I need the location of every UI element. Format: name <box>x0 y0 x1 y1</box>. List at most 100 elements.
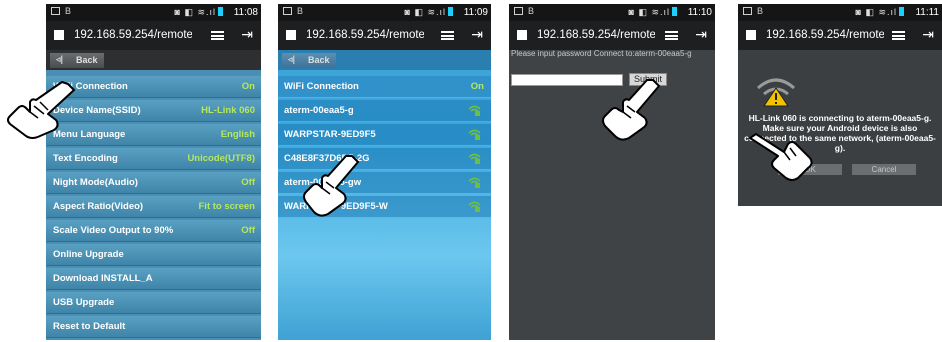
wifi-header-value: On <box>470 81 484 92</box>
wifi-lock-icon <box>468 177 481 188</box>
menu-icon[interactable] <box>211 31 224 40</box>
back-arrow-icon: ◃| <box>56 54 64 64</box>
signal-icons: ◙ ◧ ≋.ıl <box>629 7 679 18</box>
exit-icon[interactable]: ⇥ <box>471 26 483 43</box>
status-time: 11:08 <box>233 7 258 18</box>
menu-icon[interactable] <box>892 31 905 40</box>
pointing-hand-icon <box>7 81 75 139</box>
status-time: 11:10 <box>687 7 712 18</box>
menu-item-online-upgrade[interactable]: Online Upgrade <box>46 244 261 266</box>
status-bar: B ◙ ◧ ≋.ıl 11:09 <box>278 4 491 21</box>
menu-item-reset-default[interactable]: Reset to Default <box>46 316 261 338</box>
wifi-warning-icon <box>757 78 795 107</box>
menu-item-download-install[interactable]: Download INSTALL_A <box>46 268 261 290</box>
battery-icon <box>218 7 223 16</box>
browser-bar: 192.168.59.254/remote/s ⇥ <box>46 21 261 50</box>
menu-item-value: Off <box>241 225 255 236</box>
pointing-hand-icon <box>303 155 359 217</box>
signal-icons: ◙ ◧ ≋.ıl <box>856 7 906 18</box>
menu-item-text-encoding[interactable]: Text Encoding Unicode(UTF8) <box>46 148 261 170</box>
screenshot-icon <box>514 7 523 15</box>
phone-screen-wifi-list: B ◙ ◧ ≋.ıl 11:09 192.168.59.254/remote/s… <box>278 4 491 340</box>
menu-item-value: On <box>241 81 255 92</box>
wifi-lock-icon <box>468 201 481 212</box>
menu-item-night-mode[interactable]: Night Mode(Audio) Off <box>46 172 261 194</box>
back-label: Back <box>76 55 98 65</box>
tab-icon[interactable] <box>746 30 756 40</box>
back-button[interactable]: ◃| Back <box>50 53 104 68</box>
menu-item-value: Off <box>241 177 255 188</box>
menu-item-label: Text Encoding <box>53 153 118 164</box>
pointing-hand-icon <box>602 79 660 141</box>
menu-item-device-name[interactable]: Device Name(SSID) HL-Link 060 <box>46 100 261 122</box>
menu-item-wifi-connection[interactable]: WiFi Connection On <box>46 76 261 98</box>
battery-icon <box>899 7 904 16</box>
exit-icon[interactable]: ⇥ <box>922 26 934 43</box>
pointing-hand-icon <box>749 133 813 181</box>
phone-screen-password: B ◙ ◧ ≋.ıl 11:10 192.168.59.254/remote/\… <box>509 4 715 340</box>
settings-menu: WiFi Connection On Device Name(SSID) HL-Li… <box>46 76 261 340</box>
url-text[interactable]: 192.168.59.254/remote/s <box>74 29 192 41</box>
menu-item-value: HL-Link 060 <box>201 105 255 116</box>
screenshot-icon <box>283 7 292 15</box>
menu-item-label: Online Upgrade <box>53 249 124 260</box>
cancel-button[interactable]: Cancel <box>852 164 916 175</box>
wifi-lock-icon <box>468 105 481 116</box>
tab-icon[interactable] <box>286 30 296 40</box>
url-text[interactable]: 192.168.59.254/remote/\ <box>537 29 655 41</box>
exit-icon[interactable]: ⇥ <box>695 26 707 43</box>
phone-screen-settings: B ◙ ◧ ≋.ıl 11:08 192.168.59.254/remote/s… <box>46 4 261 340</box>
status-bar: B ◙ ◧ ≋.ıl 11:11 <box>738 4 942 21</box>
notification-icon: B <box>65 6 72 16</box>
status-bar: B ◙ ◧ ≋.ıl 11:10 <box>509 4 715 21</box>
signal-icons: ◙ ◧ ≋.ıl <box>175 7 225 18</box>
back-label: Back <box>308 55 330 65</box>
back-bar: ◃| Back <box>46 50 261 70</box>
wifi-header-row[interactable]: WiFi Connection On <box>278 76 491 98</box>
back-button[interactable]: ◃| Back <box>282 53 336 68</box>
browser-bar: 192.168.59.254/remote/\ ⇥ <box>738 21 942 50</box>
menu-icon[interactable] <box>441 31 454 40</box>
wifi-header-label: WiFi Connection <box>284 81 359 92</box>
tab-icon[interactable] <box>517 30 527 40</box>
url-text[interactable]: 192.168.59.254/remote/\ <box>766 29 884 41</box>
menu-item-label: Reset to Default <box>53 321 126 332</box>
back-bar: ◃| Back <box>278 50 491 70</box>
signal-icons: ◙ ◧ ≋.ıl <box>405 7 455 18</box>
status-time: 11:09 <box>463 7 488 18</box>
wifi-network-item[interactable]: aterm-00eaa5-g <box>278 100 491 122</box>
menu-item-menu-language[interactable]: Menu Language English <box>46 124 261 146</box>
menu-icon[interactable] <box>665 31 678 40</box>
menu-item-value: Unicode(UTF8) <box>187 153 255 164</box>
back-arrow-icon: ◃| <box>288 54 296 64</box>
screenshot-icon <box>743 7 752 15</box>
password-prompt: Please input password Connect to:aterm-0… <box>511 49 692 58</box>
menu-item-label: Night Mode(Audio) <box>53 177 138 188</box>
menu-item-value: English <box>220 129 255 140</box>
wifi-lock-icon <box>468 153 481 164</box>
status-time: 11:11 <box>915 7 939 18</box>
tab-icon[interactable] <box>54 30 64 40</box>
network-name: WARPSTAR-9ED9F5 <box>284 129 376 140</box>
menu-item-usb-upgrade[interactable]: USB Upgrade <box>46 292 261 314</box>
status-bar: B ◙ ◧ ≋.ıl 11:08 <box>46 4 261 21</box>
wifi-lock-icon <box>468 129 481 140</box>
menu-item-label: Scale Video Output to 90% <box>53 225 174 236</box>
menu-item-aspect-ratio[interactable]: Aspect Ratio(Video) Fit to screen <box>46 196 261 218</box>
network-name: aterm-00eaa5-g <box>284 105 354 116</box>
notification-icon: B <box>528 6 535 16</box>
menu-item-label: Aspect Ratio(Video) <box>53 201 144 212</box>
menu-item-label: Download INSTALL_A <box>53 273 153 284</box>
battery-icon <box>448 7 453 16</box>
url-text[interactable]: 192.168.59.254/remote/s <box>306 29 424 41</box>
menu-item-label: USB Upgrade <box>53 297 115 308</box>
menu-item-value: Fit to screen <box>198 201 256 212</box>
notification-icon: B <box>757 6 764 16</box>
browser-bar: 192.168.59.254/remote/\ ⇥ <box>509 21 715 50</box>
menu-item-scale-video[interactable]: Scale Video Output to 90% Off <box>46 220 261 242</box>
browser-bar: 192.168.59.254/remote/s ⇥ <box>278 21 491 50</box>
exit-icon[interactable]: ⇥ <box>241 26 253 43</box>
wifi-network-item[interactable]: WARPSTAR-9ED9F5 <box>278 124 491 146</box>
screenshot-icon <box>51 7 60 15</box>
phone-screen-connecting: B ◙ ◧ ≋.ıl 11:11 192.168.59.254/remote/\… <box>738 4 942 206</box>
